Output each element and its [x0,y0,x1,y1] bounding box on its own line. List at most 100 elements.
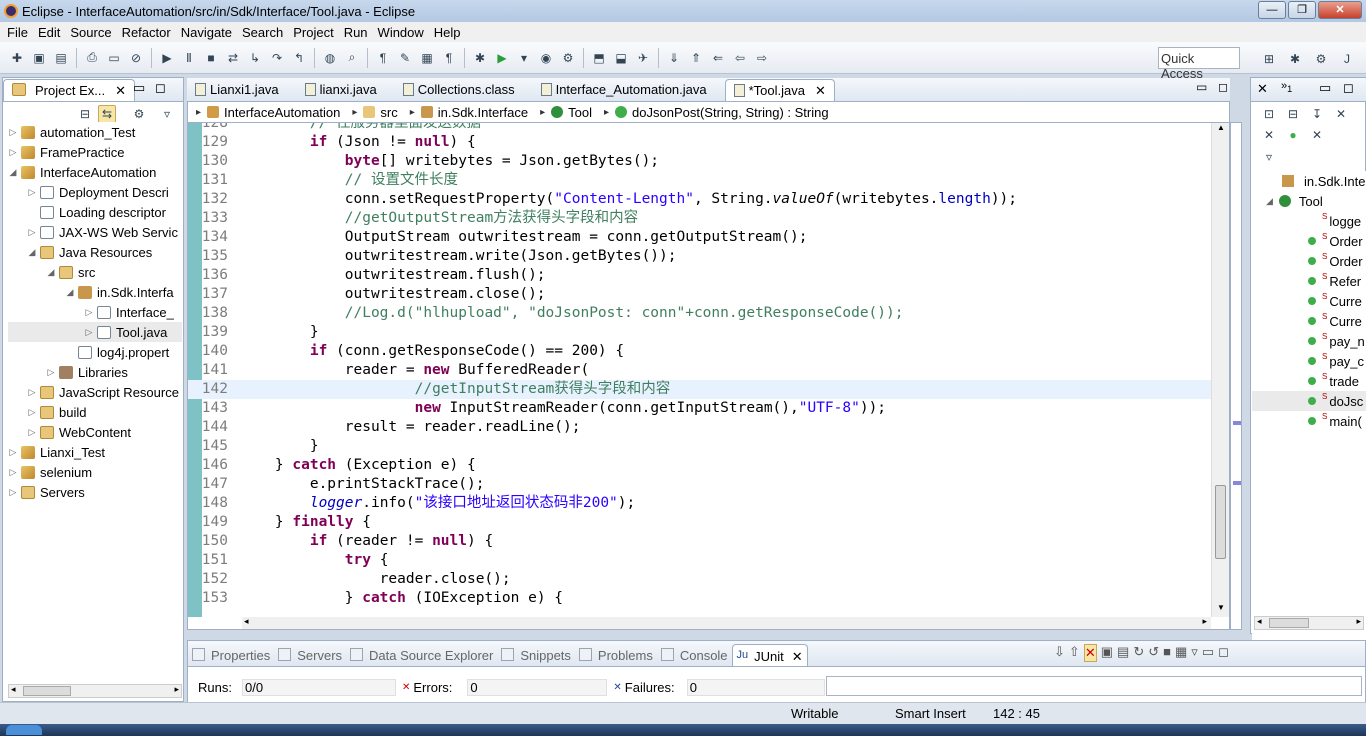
expand-toggle-icon[interactable]: ▷ [27,427,37,438]
collapse-all-icon[interactable]: ⊟ [76,105,94,123]
expand-toggle-icon[interactable]: ▷ [84,327,94,338]
code-text[interactable]: logger.info("该接口地址返回状态码非200"); [230,494,1211,513]
menu-window[interactable]: Window [378,25,424,40]
view-menu-icon[interactable]: ▿ [158,105,176,123]
view-menu-icon[interactable]: ▿ [1191,644,1198,662]
outline-item[interactable]: Spay_n [1252,331,1366,351]
minimize-icon[interactable]: ▭ [1319,80,1331,96]
code-line[interactable]: 150 if (reader != null) { [188,532,1211,551]
show-skipped-icon[interactable]: ▣ [1101,644,1113,662]
run-config-icon[interactable]: ▾ [515,49,533,67]
expand-toggle-icon[interactable]: ▷ [8,147,18,158]
editor-vertical-scrollbar[interactable]: ▲ ▼ [1211,123,1229,617]
code-line[interactable]: 140 if (conn.getResponseCode() == 200) { [188,342,1211,361]
step-over-icon[interactable]: ↷ [268,49,286,67]
scroll-right-icon[interactable]: ▸ [174,684,179,695]
step-return-icon[interactable]: ↰ [290,49,308,67]
search-icon[interactable]: ⌕ [343,49,361,67]
tab-servers[interactable]: Servers [274,644,346,666]
breadcrumb-item[interactable]: src [380,105,397,120]
close-button[interactable]: ✕ [1318,1,1362,19]
tree-item[interactable]: ▷ WebContent [8,422,182,442]
hide-nonpublic-icon[interactable]: ✕ [1260,126,1278,144]
tree-item[interactable]: ▷ Libraries [8,362,182,382]
quick-access-input[interactable]: Quick Access [1158,47,1240,81]
show-failures-only-icon[interactable]: ✕ [1083,644,1097,662]
tab-console[interactable]: Console [657,644,732,666]
coverage-icon[interactable]: ◉ [537,49,555,67]
tree-item[interactable]: ▷ automation_Test [8,122,182,142]
code-text[interactable]: outwritestream.close(); [230,285,1211,304]
maximize-icon[interactable]: ◻ [155,80,166,96]
run-icon[interactable]: ▶ [493,49,511,67]
code-text[interactable]: if (Json != null) { [230,133,1211,152]
toggle-mark-icon[interactable]: ¶ [374,49,392,67]
next-failure-icon[interactable]: ⇩ [1054,644,1065,662]
editor-horizontal-scrollbar[interactable]: ◂ ▸ [242,616,1211,629]
expand-toggle-icon[interactable]: ▷ [8,127,18,138]
show-whitespace-icon[interactable]: ¶ [440,49,458,67]
code-text[interactable]: //getOutputStream方法获得头字段和内容 [230,209,1211,228]
code-text[interactable]: // 设置文件长度 [230,171,1211,190]
restore-button[interactable]: ❐ [1288,1,1316,19]
outline-item[interactable]: S Order [1252,251,1366,271]
code-line[interactable]: 135 outwritestream.write(Json.getBytes()… [188,247,1211,266]
code-text[interactable]: byte[] writebytes = Json.getBytes(); [230,152,1211,171]
more-views-icon[interactable]: »1 [1281,80,1292,94]
back-icon[interactable]: ⇦ [731,49,749,67]
minimize-button[interactable]: — [1258,1,1286,19]
disconnect-icon[interactable]: ⇄ [224,49,242,67]
menu-refactor[interactable]: Refactor [122,25,171,40]
code-line[interactable]: 141 reader = new BufferedReader( [188,361,1211,380]
outline-item[interactable]: S Refer [1252,271,1366,291]
editor-tab[interactable]: Collections.class [395,79,523,101]
code-area[interactable]: 128 // 往服务器里面发送数据 129 if (Json != null) {… [188,123,1211,608]
close-icon[interactable]: ✕ [792,649,803,665]
code-line[interactable]: 149 } finally { [188,513,1211,532]
hide-fields-icon[interactable]: ⊡ [1260,105,1278,123]
last-edit-icon[interactable]: ⇐ [709,49,727,67]
expand-toggle-icon[interactable]: ▷ [27,227,37,238]
code-text[interactable]: try { [230,551,1211,570]
tab-junit[interactable]: Ju JUnit ✕ [731,644,808,666]
scroll-right-icon[interactable]: ▸ [1356,616,1361,627]
tree-item[interactable]: ◢ Java Resources [8,242,182,262]
outline-item[interactable]: S Curre [1252,291,1366,311]
maximize-icon[interactable]: ◻ [1343,80,1354,96]
collapse-all-icon[interactable]: ⊟ [1284,105,1302,123]
code-line[interactable]: 143 new InputStreamReader(conn.getInputS… [188,399,1211,418]
terminate-icon[interactable]: ■ [202,49,220,67]
open-type-icon[interactable]: ⬓ [612,49,630,67]
forward-icon[interactable]: ⇨ [753,49,771,67]
scrollbar-thumb[interactable] [23,686,71,696]
expand-toggle-icon[interactable]: ◢ [1266,196,1273,207]
code-line[interactable]: 142 //getInputStream获得头字段和内容 [188,380,1211,399]
code-text[interactable]: outwritestream.write(Json.getBytes()); [230,247,1211,266]
code-line[interactable]: 133 //getOutputStream方法获得头字段和内容 [188,209,1211,228]
outline-item[interactable]: SdoJsc [1252,391,1366,411]
code-line[interactable]: 131 // 设置文件长度 [188,171,1211,190]
tree-item[interactable]: ▷ Deployment Descri [8,182,182,202]
hide-static-icon[interactable]: ✕ [1332,105,1350,123]
open-task-icon[interactable]: ✈ [634,49,652,67]
code-text[interactable]: new InputStreamReader(conn.getInputStrea… [230,399,1211,418]
scroll-lock-icon[interactable]: ▤ [1117,644,1129,662]
expand-toggle-icon[interactable]: ▷ [8,487,18,498]
overview-mark-occurrence[interactable] [1233,421,1241,425]
explorer-horizontal-scrollbar[interactable]: ◂ ▸ [8,684,182,698]
prev-annotation-icon[interactable]: ⇑ [687,49,705,67]
history-icon[interactable]: ▦ [1175,644,1187,662]
code-text[interactable]: // 往服务器里面发送数据 [230,123,1211,133]
tree-item[interactable]: ▷ Interface_ [8,302,182,322]
tree-item[interactable]: ▷ build [8,402,182,422]
expand-toggle-icon[interactable]: ▷ [27,187,37,198]
code-text[interactable]: conn.setRequestProperty("Content-Length"… [230,190,1211,209]
tree-item[interactable]: ▷ Tool.java [8,322,182,342]
tree-item[interactable]: ▷ JAX-WS Web Servic [8,222,182,242]
scroll-left-icon[interactable]: ◂ [244,616,249,627]
menu-file[interactable]: File [7,25,28,40]
code-text[interactable]: outwritestream.flush(); [230,266,1211,285]
code-text[interactable]: if (reader != null) { [230,532,1211,551]
code-line[interactable]: 146 } catch (Exception e) { [188,456,1211,475]
public-filter-icon[interactable]: ● [1284,126,1302,144]
